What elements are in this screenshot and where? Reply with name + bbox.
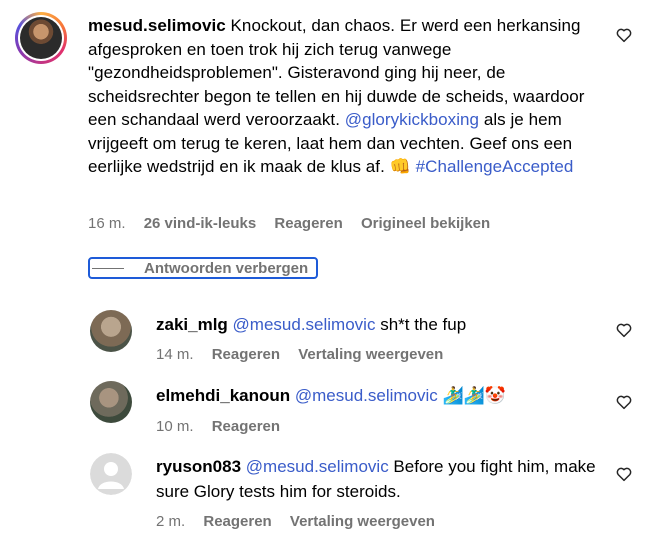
reply-time[interactable]: 2 m. [156, 513, 185, 530]
reply-comment: zaki_mlg @mesud.selimovic sh*t the fup [156, 312, 596, 337]
translate-button[interactable]: Vertaling weergeven [290, 513, 435, 530]
heart-outline-icon[interactable] [615, 393, 633, 411]
heart-outline-icon[interactable] [615, 321, 633, 339]
reply-comment: ryuson083 @mesud.selimovic Before you fi… [156, 454, 601, 504]
heart-outline-icon[interactable] [615, 26, 633, 44]
comment-time[interactable]: 16 m. [88, 215, 126, 232]
reply-button[interactable]: Reageren [212, 346, 280, 363]
reply-comment: elmehdi_kanoun @mesud.selimovic 🏄‍♂️🏄‍♂️… [156, 383, 596, 408]
reply-time[interactable]: 10 m. [156, 418, 194, 435]
comment-hashtag[interactable]: #ChallengeAccepted [416, 157, 574, 176]
default-avatar-icon[interactable] [90, 453, 132, 495]
reply-mention[interactable]: @mesud.selimovic [295, 386, 438, 405]
reply-username[interactable]: ryuson083 [156, 457, 241, 476]
reply-button[interactable]: Reageren [212, 418, 280, 435]
reply-meta: 14 m. Reageren Vertaling weergeven [156, 346, 457, 363]
toggle-divider-line [92, 267, 124, 269]
comment-mention[interactable]: @glorykickboxing [345, 110, 479, 129]
hide-replies-button[interactable]: Antwoorden verbergen [88, 257, 318, 279]
hide-replies-label: Antwoorden verbergen [144, 259, 309, 277]
reply-emoji: 🏄‍♂️🏄‍♂️🤡 [442, 386, 507, 405]
main-comment-avatar[interactable] [15, 12, 67, 64]
avatar-photo [20, 17, 62, 59]
main-comment: mesud.selimovic Knockout, dan chaos. Er … [88, 14, 608, 179]
reply-username[interactable]: elmehdi_kanoun [156, 386, 290, 405]
reply-body: sh*t the fup [380, 315, 467, 334]
reply-time[interactable]: 14 m. [156, 346, 194, 363]
reply-avatar[interactable] [90, 381, 132, 423]
like-count[interactable]: 26 vind-ik-leuks [144, 215, 257, 232]
translate-button[interactable]: Vertaling weergeven [298, 346, 443, 363]
comment-username[interactable]: mesud.selimovic [88, 16, 226, 35]
main-comment-meta: 16 m. 26 vind-ik-leuks Reageren Originee… [88, 215, 504, 232]
reply-username[interactable]: zaki_mlg [156, 315, 228, 334]
reply-button[interactable]: Reageren [203, 513, 271, 530]
reply-meta: 2 m. Reageren Vertaling weergeven [156, 513, 449, 530]
reply-mention[interactable]: @mesud.selimovic [233, 315, 376, 334]
reply-mention[interactable]: @mesud.selimovic [246, 457, 389, 476]
heart-outline-icon[interactable] [615, 465, 633, 483]
reply-avatar[interactable] [90, 310, 132, 352]
reply-meta: 10 m. Reageren [156, 418, 294, 435]
see-original-button[interactable]: Origineel bekijken [361, 215, 490, 232]
reply-button[interactable]: Reageren [274, 215, 342, 232]
